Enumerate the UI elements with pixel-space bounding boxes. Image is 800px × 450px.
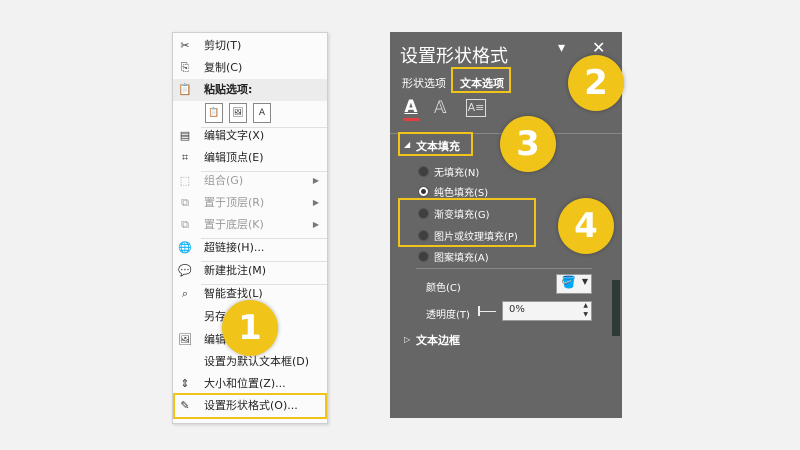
bring-to-front-icon: ⧉ [181,196,189,209]
submenu-arrow-icon: ▶ [312,198,319,207]
highlight-fill-options [398,198,536,247]
menu-item-new-comment[interactable]: 💬 新建批注(M) [173,260,327,282]
tab-shape-options[interactable]: 形状选项 [402,75,446,91]
highlight-format-shape [173,393,327,419]
textbox-icon[interactable]: A≡ [466,99,486,117]
menu-item-edit-points[interactable]: ⌗ 编辑顶点(E) [173,147,327,169]
menu-item-cut[interactable]: ✂ 剪切(T) [173,35,327,57]
edit-alt-text-icon: 🖼 [178,333,192,346]
chevron-down-icon: ▼ [581,277,588,286]
radio-no-fill[interactable] [418,166,429,177]
paste-text-only-icon[interactable]: A [253,103,271,123]
label-transparency: 透明度(T) [426,310,470,321]
menu-item-group[interactable]: ⬚ 组合(G) ▶ [173,170,327,192]
paint-bucket-icon: 🪣 [561,275,576,289]
spin-down-icon[interactable]: ▼ [583,311,588,318]
submenu-arrow-icon: ▶ [312,220,319,229]
text-fill-outline-icon[interactable]: A [400,97,422,121]
send-to-back-icon: ⧉ [181,218,189,231]
step-badge-4: 4 [558,198,614,254]
menu-item-hyperlink[interactable]: 🌐 超链接(H)... [173,237,327,259]
label-pattern-fill: 图案填充(A) [434,253,489,264]
smart-lookup-icon: ⌕ [181,287,189,300]
new-comment-icon: 💬 [178,264,192,277]
scissors-icon: ✂ [180,39,190,52]
label-color: 颜色(C) [426,283,461,294]
radio-solid-fill[interactable] [418,186,429,197]
paste-picture-icon[interactable]: 🖼 [229,103,247,123]
label-no-fill: 无填充(N) [434,168,480,179]
transparency-input[interactable]: 0% ▲ ▼ [502,301,592,321]
group-icon: ⬚ [179,174,191,187]
scrollbar-thumb[interactable] [612,280,620,336]
menu-item-bring-to-front[interactable]: ⧉ 置于顶层(R) ▶ [173,192,327,214]
menu-item-size-position[interactable]: ⇕ 大小和位置(Z)... [173,373,327,395]
menu-item-send-to-back[interactable]: ⧉ 置于底层(K) ▶ [173,214,327,236]
submenu-arrow-icon: ▶ [312,176,319,185]
edit-text-icon: ▤ [179,129,191,142]
color-picker-button[interactable]: 🪣 ▼ [556,274,592,294]
step-badge-1: 1 [222,300,278,356]
radio-pattern-fill[interactable] [418,251,429,262]
spin-up-icon[interactable]: ▲ [583,302,588,309]
section-text-outline[interactable]: 文本边框 [416,332,460,348]
highlight-text-options-tab [451,67,511,93]
text-effects-icon[interactable]: 𝔸 [434,98,447,118]
panel-options-dropdown-icon[interactable]: ▾ [558,40,565,56]
paste-keep-source-icon[interactable]: 📋 [205,103,223,123]
panel-title: 设置形状格式 [400,46,508,67]
step-badge-3: 3 [500,116,556,172]
context-menu: ✂ 剪切(T) ⎘ 复制(C) 📋 粘贴选项: 📋 🖼 A ▤ 编辑文字(X) … [172,32,475,424]
menu-item-edit-text[interactable]: ▤ 编辑文字(X) [173,125,327,147]
hyperlink-icon: 🌐 [178,241,192,254]
paste-options-header: 📋 粘贴选项: [173,79,327,101]
label-solid-fill: 纯色填充(S) [434,188,489,199]
step-badge-2: 2 [568,55,624,111]
transparency-slider-track[interactable] [480,311,496,312]
copy-icon: ⎘ [180,61,190,74]
section-divider [416,268,592,269]
expand-text-outline-icon[interactable]: ▷ [404,335,410,344]
size-position-icon: ⇕ [180,377,190,390]
menu-item-copy[interactable]: ⎘ 复制(C) [173,57,327,79]
edit-points-icon: ⌗ [181,151,189,164]
clipboard-icon: 📋 [178,83,192,96]
highlight-text-fill [398,132,473,156]
